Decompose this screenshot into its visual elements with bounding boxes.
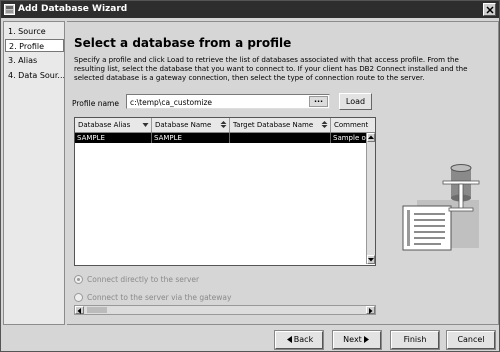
profile-name-value: c:\temp\ca_customize	[130, 98, 213, 107]
arrow-right-icon	[363, 336, 369, 343]
step-label: 2. Profile	[9, 42, 45, 51]
column-header-database-alias[interactable]: Database Alias	[75, 118, 152, 132]
sort-icon	[321, 121, 328, 128]
step-alias[interactable]: 3. Alias	[5, 54, 64, 67]
cell-database-name: SAMPLE	[152, 133, 230, 143]
sort-icon	[220, 121, 227, 128]
back-button[interactable]: Back	[274, 330, 324, 350]
window-title: Add Database Wizard	[18, 4, 128, 14]
add-database-wizard-window: Add Database Wizard 1. Source 2. Profile…	[0, 0, 500, 352]
page-title: Select a database from a profile	[74, 36, 292, 50]
scroll-thumb[interactable]	[87, 307, 107, 313]
finish-button[interactable]: Finish	[390, 330, 440, 350]
scroll-up-icon	[368, 135, 374, 139]
column-header-comment[interactable]: Comment	[331, 118, 375, 132]
cell-target-database-name	[230, 133, 331, 143]
wizard-icon	[4, 4, 15, 15]
scroll-down-button[interactable]	[367, 255, 375, 264]
step-profile[interactable]: 2. Profile	[5, 39, 64, 52]
step-source[interactable]: 1. Source	[5, 25, 64, 38]
scroll-left-button[interactable]	[75, 306, 84, 314]
step-label: 3. Alias	[8, 56, 38, 65]
next-button[interactable]: Next	[332, 330, 382, 350]
arrow-left-icon	[286, 336, 292, 343]
wizard-steps-list: 1. Source 2. Profile 3. Alias 4. Data So…	[3, 21, 65, 325]
step-label: 1. Source	[8, 27, 46, 36]
sort-icon	[142, 123, 149, 127]
title-bar: Add Database Wizard	[1, 1, 499, 18]
column-label: Database Name	[155, 121, 212, 129]
column-label: Comment	[334, 121, 369, 129]
column-label: Database Alias	[78, 121, 131, 129]
step-data-source[interactable]: 4. Data Sour...	[5, 69, 64, 82]
scroll-left-icon	[77, 308, 81, 314]
back-label: Back	[293, 335, 314, 344]
database-table: Database Alias Database Name Target Data…	[74, 117, 376, 266]
profile-name-field[interactable]: c:\temp\ca_customize ...	[126, 94, 330, 109]
horizontal-scrollbar[interactable]	[74, 305, 376, 315]
cancel-label: Cancel	[457, 335, 485, 344]
browse-button[interactable]: ...	[309, 96, 328, 107]
connect-directly-label: Connect directly to the server	[87, 275, 200, 284]
connect-directly-radio[interactable]	[74, 275, 83, 284]
close-button[interactable]	[483, 3, 496, 16]
cell-database-alias: SAMPLE	[75, 133, 152, 143]
page-description: Specify a profile and click Load to retr…	[74, 55, 468, 83]
next-label: Next	[343, 335, 362, 344]
column-header-database-name[interactable]: Database Name	[152, 118, 230, 132]
finish-label: Finish	[403, 335, 427, 344]
scroll-down-icon	[368, 258, 374, 262]
profile-name-label: Profile name	[72, 99, 119, 108]
table-header: Database Alias Database Name Target Data…	[75, 118, 375, 133]
column-header-target-database-name[interactable]: Target Database Name	[230, 118, 331, 132]
scroll-up-button[interactable]	[367, 133, 375, 142]
cancel-button[interactable]: Cancel	[446, 330, 496, 350]
step-label: 4. Data Sour...	[8, 71, 64, 80]
scroll-right-button[interactable]	[366, 306, 375, 314]
database-profile-illustration	[402, 164, 480, 251]
load-button[interactable]: Load	[339, 93, 372, 110]
close-icon	[486, 6, 494, 14]
column-label: Target Database Name	[233, 121, 314, 129]
table-row[interactable]: SAMPLE SAMPLE Sample on	[75, 133, 375, 143]
wizard-page: Select a database from a profile Specify…	[67, 21, 499, 325]
connect-via-gateway-label: Connect to the server via the gateway	[87, 293, 232, 302]
connect-via-gateway-radio[interactable]	[74, 293, 83, 302]
table-vertical-scrollbar[interactable]	[366, 133, 375, 264]
scroll-right-icon	[369, 308, 373, 314]
